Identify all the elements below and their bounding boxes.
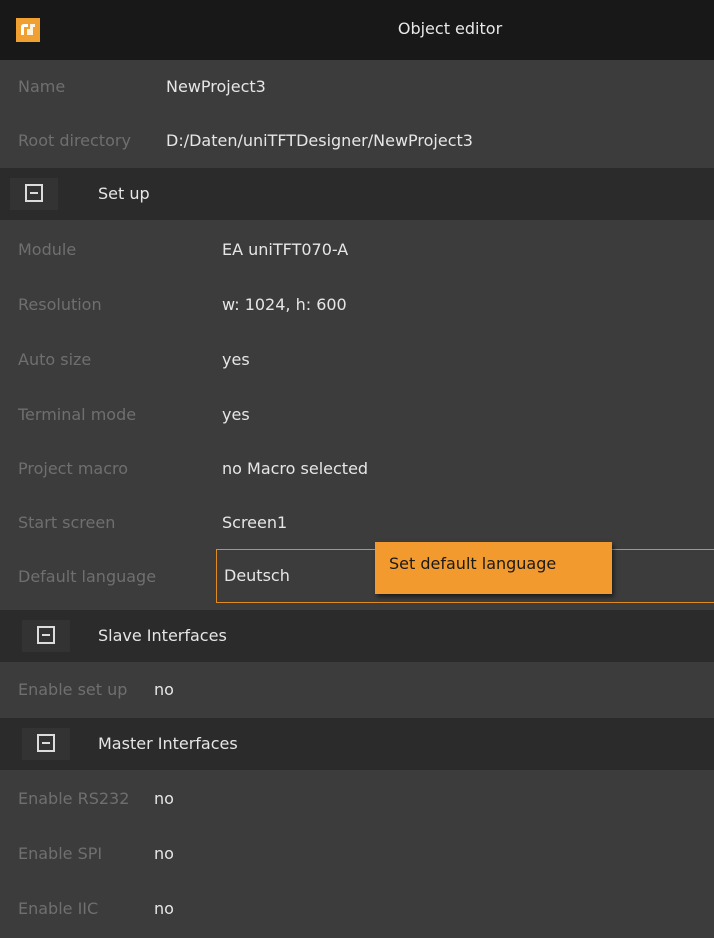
property-row-enable-iic: Enable IIC no xyxy=(0,882,714,936)
resolution-value[interactable]: w: 1024, h: 600 xyxy=(222,295,347,314)
property-row-root-directory: Root directory D:/Daten/uniTFTDesigner/N… xyxy=(0,114,714,168)
master-section-title: Master Interfaces xyxy=(98,734,238,753)
name-value[interactable]: NewProject3 xyxy=(166,77,266,96)
property-row-enable-spi: Enable SPI no xyxy=(0,827,714,881)
default-language-tooltip: Set default language xyxy=(375,542,612,594)
window-title: Object editor xyxy=(397,19,503,38)
tooltip-text: Set default language xyxy=(389,554,557,573)
terminal-mode-label: Terminal mode xyxy=(18,405,137,424)
title-bar[interactable]: Object editor xyxy=(0,0,714,60)
enable-rs232-value[interactable]: no xyxy=(154,789,174,808)
setup-collapse-button[interactable] xyxy=(10,178,58,210)
resolution-label: Resolution xyxy=(18,295,102,314)
property-row-project-macro: Project macro no Macro selected xyxy=(0,442,714,496)
terminal-mode-value[interactable]: yes xyxy=(222,405,250,424)
auto-size-label: Auto size xyxy=(18,350,92,369)
default-language-value: Deutsch xyxy=(224,566,290,585)
section-header-setup[interactable]: Set up xyxy=(0,168,714,220)
module-label: Module xyxy=(18,240,77,259)
property-row-enable-rs232: Enable RS232 no xyxy=(0,772,714,826)
enable-spi-value[interactable]: no xyxy=(154,844,174,863)
master-collapse-button[interactable] xyxy=(22,728,70,760)
property-row-terminal-mode: Terminal mode yes xyxy=(0,388,714,442)
default-language-label: Default language xyxy=(18,567,157,586)
name-label: Name xyxy=(18,77,66,96)
module-value[interactable]: EA uniTFT070-A xyxy=(222,240,348,259)
property-row-module: Module EA uniTFT070-A xyxy=(0,223,714,277)
section-header-slave-interfaces[interactable]: Slave Interfaces xyxy=(0,610,714,662)
properties-panel: Name NewProject3 Root directory D:/Daten… xyxy=(0,60,714,938)
start-screen-label: Start screen xyxy=(18,513,116,532)
enable-setup-label: Enable set up xyxy=(18,680,128,699)
project-macro-label: Project macro xyxy=(18,459,129,478)
property-row-name: Name NewProject3 xyxy=(0,60,714,114)
enable-rs232-label: Enable RS232 xyxy=(18,789,130,808)
property-row-resolution: Resolution w: 1024, h: 600 xyxy=(0,278,714,332)
root-directory-value[interactable]: D:/Daten/uniTFTDesigner/NewProject3 xyxy=(166,131,473,150)
start-screen-value[interactable]: Screen1 xyxy=(222,513,287,532)
object-editor-window: Object editor Name NewProject3 Root dire… xyxy=(0,0,714,938)
enable-iic-value[interactable]: no xyxy=(154,899,174,918)
property-row-enable-setup: Enable set up no xyxy=(0,663,714,717)
section-header-master-interfaces[interactable]: Master Interfaces xyxy=(0,718,714,770)
collapse-minus-icon xyxy=(37,626,55,644)
slave-section-title: Slave Interfaces xyxy=(98,626,227,645)
setup-section-title: Set up xyxy=(98,184,150,203)
project-macro-value[interactable]: no Macro selected xyxy=(222,459,368,478)
root-directory-label: Root directory xyxy=(18,131,131,150)
enable-setup-value[interactable]: no xyxy=(154,680,174,699)
enable-iic-label: Enable IIC xyxy=(18,899,99,918)
collapse-minus-icon xyxy=(37,734,55,752)
property-row-auto-size: Auto size yes xyxy=(0,333,714,387)
auto-size-value[interactable]: yes xyxy=(222,350,250,369)
enable-spi-label: Enable SPI xyxy=(18,844,103,863)
collapse-minus-icon xyxy=(25,184,43,202)
slave-collapse-button[interactable] xyxy=(22,620,70,652)
